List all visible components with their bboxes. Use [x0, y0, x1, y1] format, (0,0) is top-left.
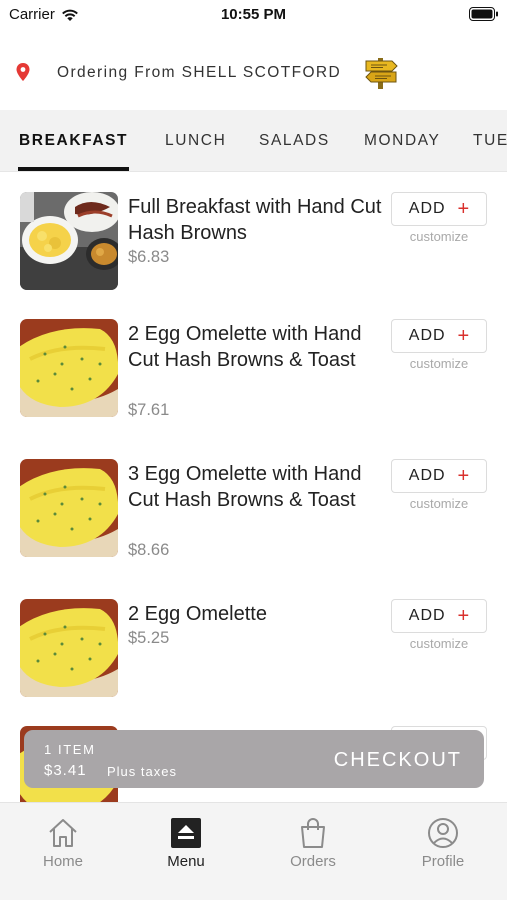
cart-total: $3.41 — [44, 762, 87, 779]
signpost-icon[interactable] — [363, 56, 399, 90]
tab-breakfast[interactable]: BREAKFAST — [19, 110, 128, 171]
add-label: ADD — [408, 327, 446, 344]
add-label: ADD — [408, 607, 446, 624]
location-text: Ordering From SHELL SCOTFORD — [57, 64, 342, 81]
plus-icon: + — [457, 465, 470, 487]
tab-salads[interactable]: SALADS — [259, 110, 330, 171]
cart-item-count: 1 ITEM — [44, 742, 96, 757]
category-tabs: BREAKFAST LUNCH SALADS MONDAY TUE — [0, 110, 507, 172]
tab-lunch[interactable]: LUNCH — [165, 110, 226, 171]
menu-item[interactable]: 3 Egg Omelette with Hand Cut Hash Browns… — [0, 459, 507, 569]
plus-icon: + — [457, 325, 470, 347]
item-price: $6.83 — [128, 248, 170, 266]
item-price: $8.66 — [128, 541, 170, 559]
bottom-nav: Home Menu Orders Profile — [0, 802, 507, 900]
omelette-photo — [20, 459, 118, 557]
nav-orders[interactable]: Orders — [268, 817, 358, 870]
menu-item[interactable]: Full Breakfast with Hand Cut Hash Browns… — [0, 192, 507, 302]
customize-link[interactable]: customize — [391, 636, 487, 651]
tab-tuesday[interactable]: TUE — [473, 110, 507, 171]
add-button[interactable]: ADD + — [391, 319, 487, 353]
menu-list[interactable]: Full Breakfast with Hand Cut Hash Browns… — [0, 172, 507, 802]
shopping-bag-icon — [301, 818, 325, 848]
item-name: Full Breakfast with Hand Cut Hash Browns — [128, 196, 382, 244]
checkout-button[interactable]: CHECKOUT — [334, 749, 462, 772]
add-button[interactable]: ADD + — [391, 599, 487, 633]
nav-label: Profile — [421, 853, 465, 870]
full-breakfast-photo — [20, 192, 118, 290]
tab-monday[interactable]: MONDAY — [364, 110, 440, 171]
taxes-note: Plus taxes — [107, 764, 177, 779]
item-name: 2 Egg Omelette — [128, 603, 267, 625]
add-button[interactable]: ADD + — [391, 459, 487, 493]
customize-link[interactable]: customize — [391, 356, 487, 371]
nav-label: Home — [42, 853, 83, 870]
plus-icon: + — [457, 198, 470, 220]
item-name: 2 Egg Omelette with Hand Cut Hash Browns… — [128, 323, 362, 371]
menu-icon — [171, 818, 201, 848]
add-button[interactable]: ADD + — [391, 192, 487, 226]
map-pin-icon — [16, 63, 30, 81]
clock: 10:55 PM — [220, 6, 287, 23]
item-price: $5.25 — [128, 629, 170, 647]
location-bar[interactable]: Ordering From SHELL SCOTFORD — [0, 30, 507, 110]
item-name: 3 Egg Omelette with Hand Cut Hash Browns… — [128, 463, 362, 511]
nav-menu[interactable]: Menu — [141, 817, 231, 870]
home-icon — [49, 819, 77, 847]
nav-home[interactable]: Home — [18, 817, 108, 870]
add-label: ADD — [408, 200, 446, 217]
menu-item[interactable]: 2 Egg Omelette $5.25 ADD + customize — [0, 599, 507, 709]
omelette-photo — [20, 599, 118, 697]
nav-label: Orders — [290, 853, 336, 870]
item-price: $7.61 — [128, 401, 170, 419]
omelette-photo — [20, 319, 118, 417]
battery-icon — [469, 7, 498, 21]
menu-item[interactable]: 2 Egg Omelette with Hand Cut Hash Browns… — [0, 319, 507, 429]
add-label: ADD — [408, 467, 446, 484]
nav-profile[interactable]: Profile — [398, 817, 488, 870]
plus-icon: + — [457, 605, 470, 627]
checkout-bar[interactable]: 1 ITEM $3.41 Plus taxes CHECKOUT — [24, 730, 484, 788]
customize-link[interactable]: customize — [391, 229, 487, 244]
profile-icon — [428, 818, 458, 848]
active-tab-indicator — [18, 167, 129, 171]
nav-label: Menu — [167, 853, 205, 870]
status-bar: Carrier 10:55 PM — [0, 0, 507, 30]
customize-link[interactable]: customize — [391, 496, 487, 511]
